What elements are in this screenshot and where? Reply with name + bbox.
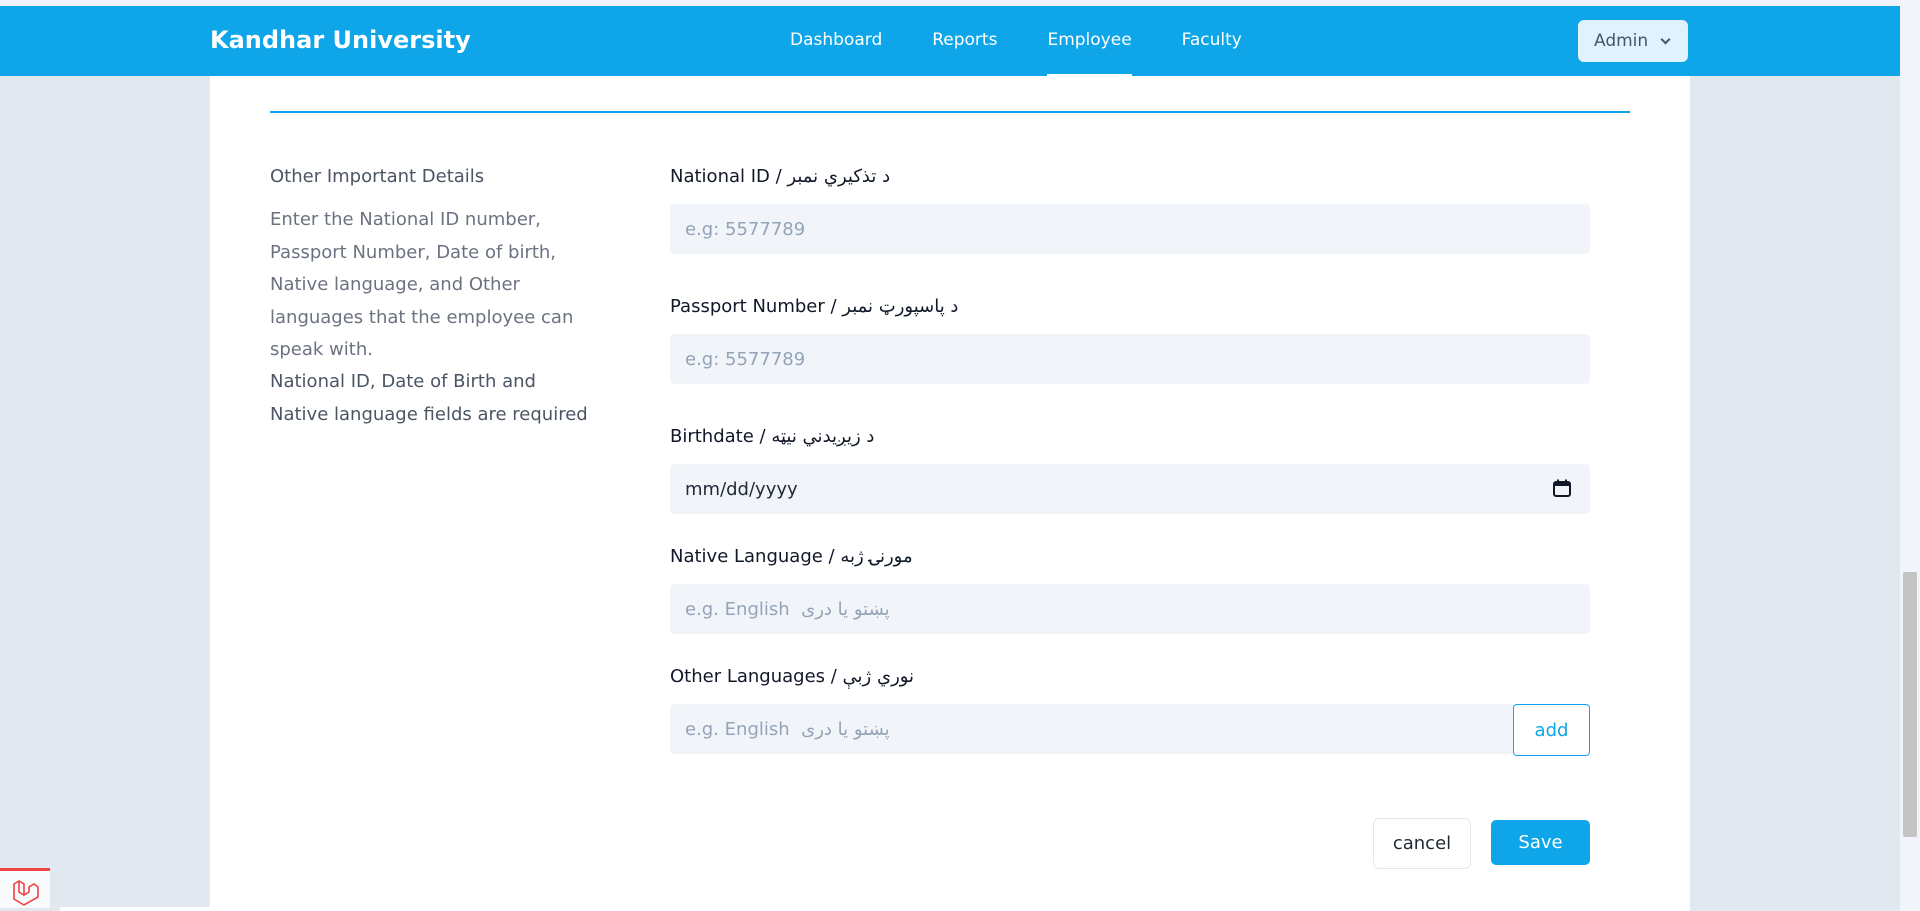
calendar-icon[interactable]: [1552, 478, 1572, 498]
section-description: Enter the National ID number, Passport N…: [270, 209, 574, 360]
top-navbar: Kandhar University Dashboard Reports Emp…: [0, 0, 1920, 76]
laravel-icon: [13, 880, 39, 906]
nav-dashboard[interactable]: Dashboard: [790, 30, 882, 76]
save-button[interactable]: Save: [1491, 820, 1590, 865]
nav-reports[interactable]: Reports: [932, 30, 997, 76]
birthdate-label: Birthdate / د زيږيدني نيټه: [670, 426, 875, 447]
passport-label: Passport Number / د پاسپورټ نمبر: [670, 296, 959, 317]
passport-input[interactable]: [670, 334, 1590, 384]
national-id-input[interactable]: [670, 204, 1590, 254]
bottom-bar: [60, 907, 490, 911]
brand-logo[interactable]: Kandhar University: [210, 26, 471, 54]
form-card: Other Important Details Enter the Nation…: [210, 76, 1690, 911]
national-id-label: National ID / د تذکيري نمبر: [670, 166, 891, 187]
nav-employee[interactable]: Employee: [1047, 30, 1132, 76]
required-note: National ID, Date of Birth and Native la…: [270, 371, 588, 425]
user-menu-label: Admin: [1594, 31, 1649, 51]
birthdate-input[interactable]: mm/dd/yyyy: [670, 464, 1590, 514]
native-language-input[interactable]: [670, 584, 1590, 634]
scrollbar-thumb[interactable]: [1903, 572, 1917, 837]
nav-faculty[interactable]: Faculty: [1182, 30, 1242, 76]
add-language-button[interactable]: add: [1513, 704, 1590, 756]
other-languages-label: Other Languages / نوري ژبې: [670, 666, 915, 687]
native-language-label: Native Language / مورنۍ ژبه: [670, 546, 913, 567]
section-divider: [270, 111, 1630, 113]
other-languages-input[interactable]: [670, 704, 1515, 754]
debugbar-badge[interactable]: [0, 868, 50, 908]
birthdate-value: mm/dd/yyyy: [685, 478, 798, 500]
cancel-button[interactable]: cancel: [1373, 818, 1471, 869]
section-title: Other Important Details: [270, 166, 485, 187]
chevron-down-icon: [1660, 34, 1671, 44]
user-menu-button[interactable]: Admin: [1578, 20, 1688, 62]
main-nav: Dashboard Reports Employee Faculty: [790, 30, 1292, 76]
